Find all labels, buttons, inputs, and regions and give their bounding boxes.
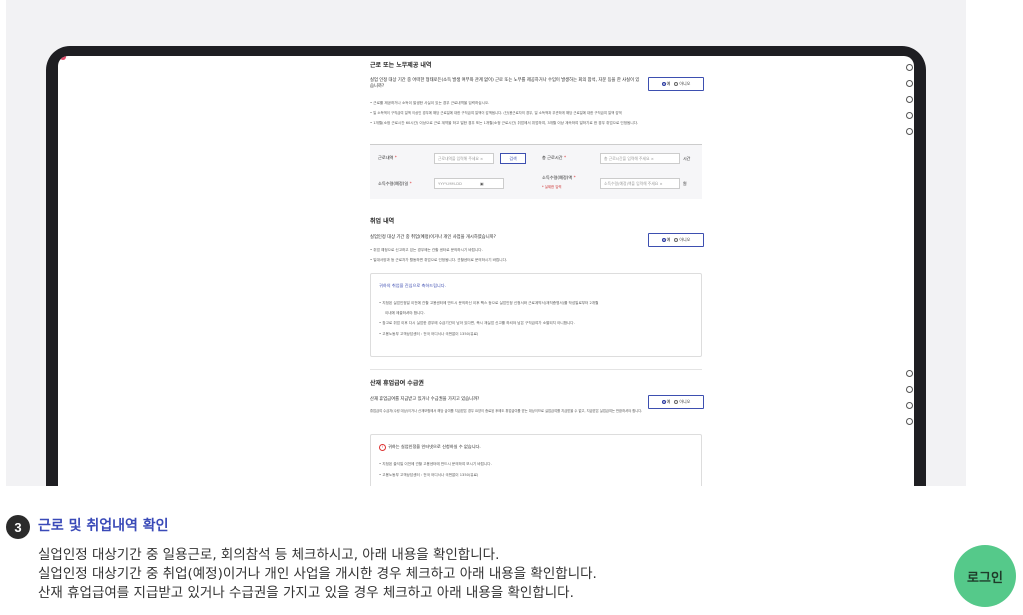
bullet: • 고용노동부 고객상담센터 : 전국 어디서나 국번없이 1350(유료) xyxy=(379,473,479,477)
indicator-dot xyxy=(60,56,66,60)
amount-input[interactable]: 소득수령(예정)액을 입력해 주세요 × xyxy=(600,178,680,189)
question-work: 실업 인정 대상 기간 중 어떠한 형태로든(소득 발생 여부와 관계 없이) … xyxy=(370,78,640,89)
rail-dot xyxy=(906,128,913,135)
bullet: • 참고로 취업 이후 다시 실업한 경우에 수급기간이 남아 있다면, 즉시 … xyxy=(379,321,575,325)
bullet: • 1개월(소정 근로시간 60시간) 이상으로 근로 계약을 하고 일한 경우… xyxy=(370,121,639,125)
radio-no[interactable] xyxy=(674,400,679,404)
radio-yes[interactable] xyxy=(661,82,666,86)
bullet: • 지정된 실업인정일 이전에 관할 고용센터에 반드시 문의하신 이후 팩스 … xyxy=(379,301,599,305)
work-form: 근로내역 * 근로내역을 입력해 주세요 × 검색 총 근로시간 * 총 근로시… xyxy=(370,144,702,199)
work-label: 근로내역 * xyxy=(378,155,397,160)
warning-icon: ! xyxy=(379,444,386,451)
bullet: • 일대서양과 등 근로자가 활동하면 취업으로 인정됩니다. 관할센터로 문의… xyxy=(370,258,508,262)
search-button[interactable]: 검색 xyxy=(500,153,526,164)
form-content: 근로 또는 노무제공 내역 실업 인정 대상 기간 중 어떠한 형태로든(소득 … xyxy=(370,56,704,486)
radio-no[interactable] xyxy=(674,238,679,242)
rail-dot xyxy=(906,386,913,393)
radio-no-label: 아니오 xyxy=(679,81,691,86)
calendar-icon[interactable]: ▣ xyxy=(480,181,484,186)
bullet: • 고용노동부 고객상담센터 : 전국 어디서나 국번없이 1350(유료) xyxy=(379,332,479,336)
industrial-warn-box: ! 귀하는 실업인정을 인터넷으로 신청하실 수 없습니다. • 지정된 출석일… xyxy=(370,434,702,486)
radio-group-work[interactable]: 예 아니오 xyxy=(648,77,704,91)
radio-group-employment[interactable]: 예 아니오 xyxy=(648,233,704,247)
divider xyxy=(370,369,702,370)
info-title: 귀하의 취업을 진심으로 축하드립니다. xyxy=(379,283,446,288)
step-title: 근로 및 취업내역 확인 xyxy=(38,518,169,534)
rail-dot xyxy=(906,64,913,71)
radio-no[interactable] xyxy=(674,82,679,86)
section-title-industrial: 산재 휴업급여 수급권 xyxy=(370,380,424,387)
radio-yes-label: 예 xyxy=(666,81,671,86)
screenshot-screen: 근로 또는 노무제공 내역 실업 인정 대상 기간 중 어떠한 형태로든(소득 … xyxy=(58,56,914,486)
hours-input[interactable]: 총 근로시간을 입력해 주세요 × xyxy=(600,153,680,164)
radio-yes-label: 예 xyxy=(666,237,671,242)
rail-dot xyxy=(906,370,913,377)
radio-no-label: 아니오 xyxy=(679,237,691,242)
radio-no-label: 아니오 xyxy=(679,399,691,404)
step-desc-line: 산재 휴업급여를 지급받고 있거나 수급권을 가지고 있을 경우 체크하고 아래… xyxy=(38,585,574,601)
bullet-cont: 이내에 제출하셔야 합니다. xyxy=(385,311,425,315)
hours-label: 총 근로시간 * xyxy=(542,155,567,160)
step-number-badge: 3 xyxy=(6,515,30,539)
employment-info-box: 귀하의 취업을 진심으로 축하드립니다. • 지정된 실업인정일 이전에 관할 … xyxy=(370,273,702,357)
date-input[interactable]: YYYY-MM-DD ▣ xyxy=(434,178,504,189)
rail-dot xyxy=(906,402,913,409)
warn-title: 귀하는 실업인정을 인터넷으로 신청하실 수 없습니다. xyxy=(388,444,481,449)
rail-dot xyxy=(906,96,913,103)
step-desc-line: 실업인정 대상기간 중 일용근로, 회의참석 등 체크하시고, 아래 내용을 확… xyxy=(38,547,500,563)
industrial-desc: 휴업급여 수급자(수령 대상)이거나 산재보험에서 해당 급여를 지급받은 경우… xyxy=(370,409,643,413)
radio-yes-label: 예 xyxy=(666,399,671,404)
date-label: 소득수령(예정)일 * xyxy=(378,181,412,186)
login-button[interactable]: 로그인 xyxy=(954,545,1016,607)
radio-group-industrial[interactable]: 예 아니오 xyxy=(648,395,704,409)
scroll-rail xyxy=(906,56,914,486)
amount-unit: 원 xyxy=(683,181,687,186)
question-employment: 실업인정 대상 기간 중 취업(예정)이거나 개인 사업을 개시하였습니까? xyxy=(370,235,496,240)
radio-yes[interactable] xyxy=(661,238,666,242)
question-industrial: 산재 휴업급여를 지급받고 있거나 수급권을 가지고 있습니까? xyxy=(370,397,480,402)
rail-dot xyxy=(906,112,913,119)
bullet: • 일 소득액이 구직급여 일액 이상인 경우에 해당 근로일에 대한 구직급여… xyxy=(370,111,622,115)
bullet: • 취업 예정으로 신고하고 있는 경우에는 관할 센터로 문의하시기 바랍니다… xyxy=(370,248,483,252)
section-title-work: 근로 또는 노무제공 내역 xyxy=(370,62,432,69)
work-input[interactable]: 근로내역을 입력해 주세요 × xyxy=(434,153,494,164)
step-desc-line: 실업인정 대상기간 중 취업(예정)이거나 개인 사업을 개시한 경우 체크하고… xyxy=(38,566,597,582)
radio-yes[interactable] xyxy=(661,400,666,404)
bullet: • 지정된 출석일 이전에 관할 고용센터에 반드시 문의하여 보시기 바랍니다… xyxy=(379,462,492,466)
rail-dot xyxy=(906,418,913,425)
amount-note: * 실제한 입력 xyxy=(542,185,562,189)
rail-dot xyxy=(906,80,913,87)
amount-label: 소득수령(예정)액 * xyxy=(542,175,576,180)
hours-unit: 시간 xyxy=(683,156,691,161)
bullet: • 근로를 제공하거나 소득이 발생한 사실이 있는 경우 근로내역을 입력하십… xyxy=(370,101,490,105)
section-title-employment: 취업 내역 xyxy=(370,218,395,225)
